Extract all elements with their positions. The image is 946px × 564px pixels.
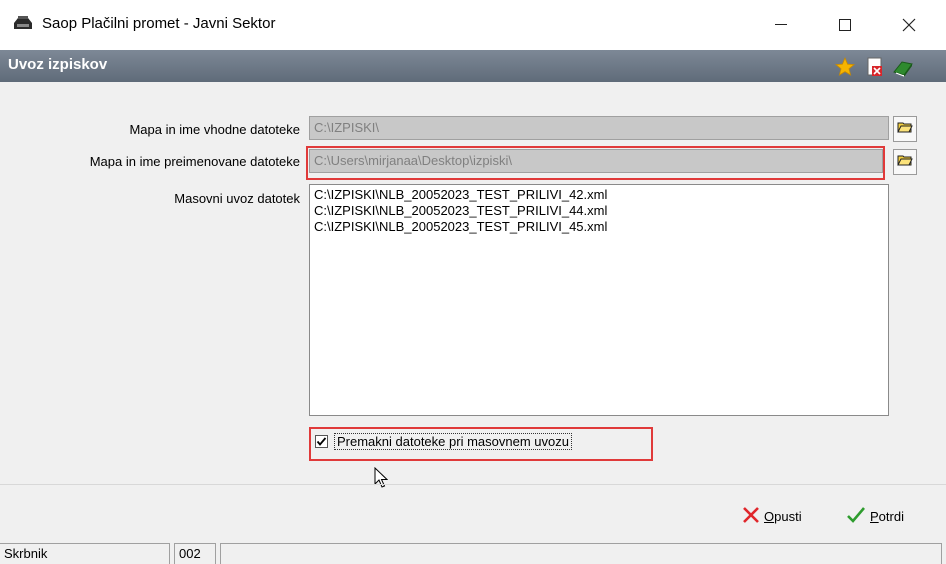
window-titlebar: Saop Plačilni promet - Javni Sektor bbox=[0, 0, 946, 50]
window-title: Saop Plačilni promet - Javni Sektor bbox=[42, 15, 276, 32]
browse-renamed-button[interactable] bbox=[893, 149, 917, 175]
form-header: Uvoz izpiskov bbox=[0, 50, 946, 82]
status-user: Skrbnik bbox=[0, 543, 170, 564]
close-button[interactable] bbox=[886, 8, 932, 42]
list-item[interactable]: C:\IZPISKI\NLB_20052023_TEST_PRILIVI_45.… bbox=[314, 219, 884, 235]
browse-input-button[interactable] bbox=[893, 116, 917, 142]
minimize-button[interactable] bbox=[758, 8, 804, 42]
divider bbox=[0, 484, 946, 485]
cancel-label: pusti bbox=[774, 508, 802, 524]
confirm-label: otrdi bbox=[878, 508, 904, 524]
confirm-hotkey: P bbox=[870, 508, 879, 524]
input-file-field[interactable]: C:\IZPISKI\ bbox=[309, 116, 889, 140]
mouse-cursor-icon bbox=[374, 466, 389, 493]
cancel-button[interactable]: Opusti bbox=[742, 505, 802, 527]
status-message bbox=[220, 543, 942, 564]
checkmark-icon bbox=[846, 506, 866, 527]
folder-icon bbox=[897, 120, 913, 138]
list-item[interactable]: C:\IZPISKI\NLB_20052023_TEST_PRILIVI_44.… bbox=[314, 203, 884, 219]
highlight-renamed-field bbox=[306, 146, 885, 180]
highlight-checkbox bbox=[309, 427, 653, 461]
confirm-button[interactable]: Potrdi bbox=[846, 505, 904, 527]
mass-import-list[interactable]: C:\IZPISKI\NLB_20052023_TEST_PRILIVI_42.… bbox=[309, 184, 889, 416]
list-item[interactable]: C:\IZPISKI\NLB_20052023_TEST_PRILIVI_42.… bbox=[314, 187, 884, 203]
pdf-close-icon[interactable] bbox=[864, 56, 886, 78]
cancel-hotkey: O bbox=[764, 508, 775, 524]
mass-import-label: Masovni uvoz datotek bbox=[174, 191, 300, 206]
star-icon[interactable] bbox=[834, 56, 856, 78]
status-code: 002 bbox=[174, 543, 216, 564]
maximize-button[interactable] bbox=[822, 8, 868, 42]
input-file-label: Mapa in ime vhodne datoteke bbox=[129, 122, 300, 137]
book-icon[interactable] bbox=[892, 56, 914, 78]
folder-icon bbox=[897, 153, 913, 171]
cross-icon bbox=[742, 506, 760, 527]
renamed-file-label: Mapa in ime preimenovane datoteke bbox=[89, 154, 300, 169]
form-title: Uvoz izpiskov bbox=[8, 56, 108, 73]
printer-icon bbox=[12, 15, 34, 33]
status-bar: Skrbnik 002 bbox=[0, 540, 946, 564]
